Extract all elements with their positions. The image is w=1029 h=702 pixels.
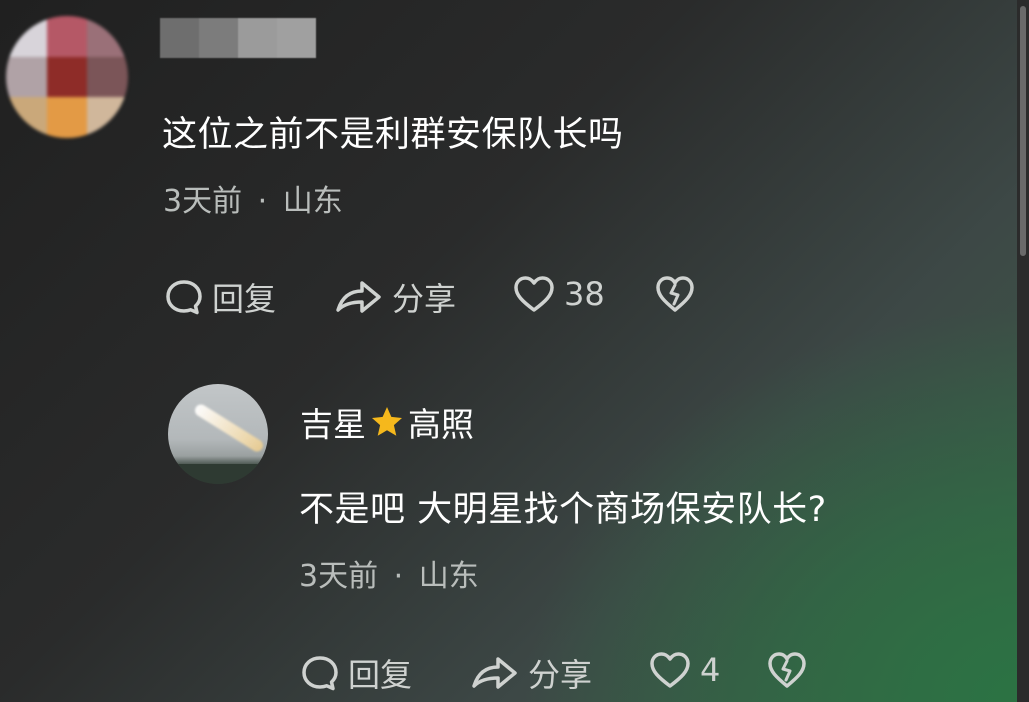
avatar[interactable] [6,16,128,138]
like-button[interactable]: 38 [512,274,605,314]
reply-text: 不是吧 大明星找个商场保安队长? [299,490,827,530]
reply-dislike-button[interactable] [766,650,808,690]
reply-author-part2: 高照 [408,405,474,444]
scrollbar-thumb[interactable] [1020,6,1026,256]
broken-heart-icon [656,276,694,312]
reply-reply-button[interactable]: 回复 [300,650,412,696]
comment-location: 山东 [282,184,343,219]
reply-button[interactable]: 回复 [164,274,276,320]
meta-separator: · [393,559,404,594]
avatar-streak [192,402,266,454]
comment-bubble-icon [302,656,338,691]
like-count: 4 [700,651,721,689]
comment-text: 这位之前不是利群安保队长吗 [162,115,624,155]
heart-icon [650,652,690,688]
reply-author[interactable]: 吉星 高照 [300,398,474,446]
reply-label: 回复 [348,656,413,694]
share-arrow-icon [472,657,517,689]
dislike-button[interactable] [654,274,696,314]
reply-label: 回复 [212,280,277,318]
reply-meta: 3天前 · 山东 [299,551,479,595]
meta-separator: · [257,184,268,219]
share-arrow-icon [336,281,381,313]
share-label: 分享 [528,656,593,694]
comment-meta: 3天前 · 山东 [163,176,343,220]
reply-share-button[interactable]: 分享 [470,650,592,696]
reply-avatar[interactable] [168,384,268,484]
comment-bubble-icon [166,280,202,315]
reply-like-button[interactable]: 4 [648,650,720,690]
share-label: 分享 [392,280,457,318]
like-count: 38 [564,275,605,313]
reply-author-part1: 吉星 [300,405,366,444]
reply-time: 3天前 [299,559,379,594]
scrollbar[interactable] [1017,0,1029,702]
comment-time: 3天前 [163,184,243,219]
star-icon [372,407,402,436]
username-blurred[interactable] [160,18,316,58]
reply-location: 山东 [418,559,479,594]
avatar-horizon [168,464,268,484]
share-button[interactable]: 分享 [334,274,456,320]
heart-icon [514,276,554,312]
broken-heart-icon [768,652,806,688]
